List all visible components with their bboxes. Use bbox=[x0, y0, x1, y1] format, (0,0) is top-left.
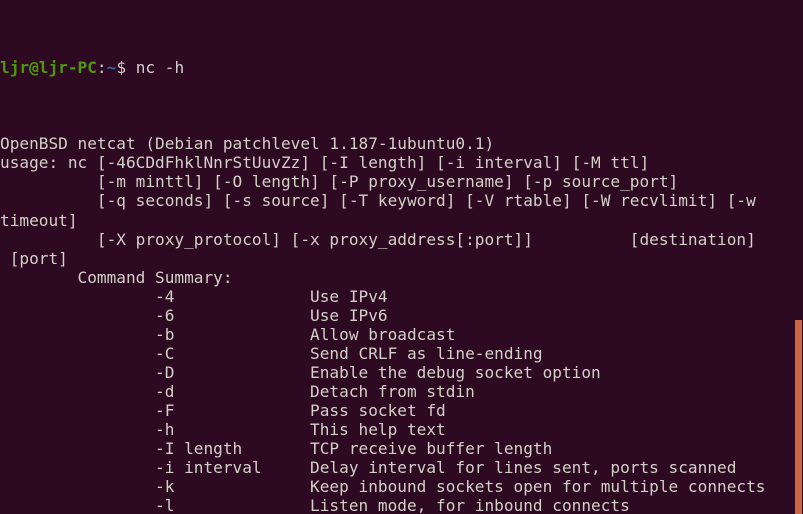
terminal-window[interactable]: ljr@ljr-PC:~$ nc -h OpenBSD netcat (Debi… bbox=[0, 0, 803, 514]
output-line: -4 Use IPv4 bbox=[0, 286, 388, 306]
scrollbar-track[interactable] bbox=[795, 0, 803, 514]
output-line: [-X proxy_protocol] [-x proxy_address[:p… bbox=[0, 229, 756, 249]
output-line: -d Detach from stdin bbox=[0, 381, 475, 401]
output-line: -6 Use IPv6 bbox=[0, 305, 388, 325]
output-line: [port] bbox=[0, 248, 68, 268]
command-output: OpenBSD netcat (Debian patchlevel 1.187-… bbox=[0, 134, 795, 514]
output-line: -I length TCP receive buffer length bbox=[0, 439, 553, 459]
output-line: timeout] bbox=[0, 210, 78, 230]
prompt-line: ljr@ljr-PC:~$ nc -h bbox=[0, 58, 795, 77]
output-line: -i interval Delay interval for lines sen… bbox=[0, 458, 737, 478]
terminal-screen[interactable]: ljr@ljr-PC:~$ nc -h OpenBSD netcat (Debi… bbox=[0, 1, 795, 514]
output-line: -F Pass socket fd bbox=[0, 400, 446, 420]
prompt-path: ~ bbox=[106, 58, 117, 78]
output-line: -D Enable the debug socket option bbox=[0, 362, 601, 382]
prompt-user-host: ljr@ljr-PC bbox=[0, 58, 97, 78]
prompt-command: nc -h bbox=[126, 58, 185, 78]
output-line: Command Summary: bbox=[0, 267, 233, 287]
output-line: -h This help text bbox=[0, 420, 446, 440]
output-line: -C Send CRLF as line-ending bbox=[0, 343, 543, 363]
prompt-colon: : bbox=[96, 58, 107, 78]
output-line: [-q seconds] [-s source] [-T keyword] [-… bbox=[0, 191, 756, 211]
output-line: -k Keep inbound sockets open for multipl… bbox=[0, 477, 766, 497]
output-line: usage: nc [-46CDdFhklNnrStUuvZz] [-I len… bbox=[0, 153, 650, 173]
output-line: OpenBSD netcat (Debian patchlevel 1.187-… bbox=[0, 134, 495, 154]
output-line: [-m minttl] [-O length] [-P proxy_userna… bbox=[0, 172, 679, 192]
prompt-sigil: $ bbox=[116, 58, 127, 78]
scrollbar-thumb[interactable] bbox=[795, 320, 802, 514]
output-line: -b Allow broadcast bbox=[0, 324, 456, 344]
output-line: -l Listen mode, for inbound connects bbox=[0, 496, 630, 514]
